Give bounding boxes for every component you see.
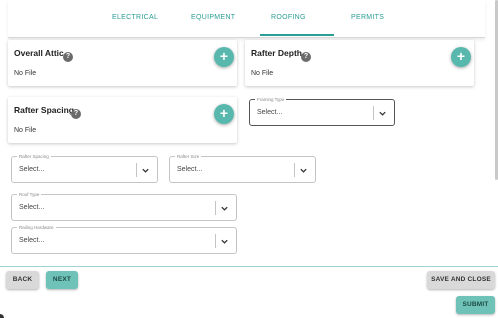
help-icon[interactable]: ? bbox=[71, 109, 81, 119]
tab-bar: ELECTRICAL EQUIPMENT ROOFING PERMITS bbox=[8, 0, 485, 38]
add-file-button[interactable]: + bbox=[214, 47, 234, 67]
railing-hardware-select[interactable]: Railing Hardware Select... bbox=[11, 224, 237, 254]
help-icon[interactable]: ? bbox=[301, 52, 311, 62]
next-button[interactable]: NEXT bbox=[46, 271, 78, 289]
select-value: Select... bbox=[257, 109, 283, 116]
select-label: Roof Type bbox=[17, 191, 42, 198]
file-status: No File bbox=[14, 70, 37, 77]
select-value: Select... bbox=[19, 204, 45, 211]
chevron-down-icon[interactable] bbox=[378, 109, 387, 118]
tab-roofing[interactable]: ROOFING bbox=[271, 14, 306, 21]
window-corner bbox=[0, 314, 4, 318]
select-divider bbox=[215, 201, 216, 215]
file-status: No File bbox=[251, 70, 274, 77]
add-file-button[interactable]: + bbox=[214, 104, 234, 124]
chevron-down-icon[interactable] bbox=[141, 166, 150, 175]
back-button[interactable]: BACK bbox=[6, 271, 39, 289]
select-label: Rafter Spacing bbox=[17, 153, 51, 160]
framing-type-select[interactable]: Framing Type Select... bbox=[249, 96, 395, 126]
rafter-spacing-card: Rafter Spacing ? No File + bbox=[8, 97, 237, 143]
tab-electrical[interactable]: ELECTRICAL bbox=[112, 14, 158, 21]
overall-attic-card: Overall Attic ? No File + bbox=[8, 40, 237, 86]
select-divider bbox=[294, 163, 295, 177]
rafter-spacing-select[interactable]: Rafter Spacing Select... bbox=[11, 153, 158, 183]
roof-type-select[interactable]: Roof Type Select... bbox=[11, 191, 237, 221]
submit-button[interactable]: SUBMIT bbox=[456, 296, 495, 314]
chevron-down-icon[interactable] bbox=[220, 237, 229, 246]
rafter-depth-card: Rafter Depth ? No File + bbox=[245, 40, 474, 86]
select-value: Select... bbox=[19, 166, 45, 173]
card-title: Rafter Depth bbox=[251, 48, 303, 58]
select-label: Framing Type bbox=[255, 96, 287, 103]
select-label: Railing Hardware bbox=[17, 224, 56, 231]
select-value: Select... bbox=[177, 166, 203, 173]
select-divider bbox=[215, 234, 216, 248]
select-divider bbox=[373, 106, 374, 120]
rafter-size-select[interactable]: Rafter Size Select... bbox=[169, 153, 316, 183]
active-tab-indicator bbox=[260, 34, 334, 36]
select-divider bbox=[136, 163, 137, 177]
help-icon[interactable]: ? bbox=[63, 52, 73, 62]
file-status: No File bbox=[14, 127, 37, 134]
chevron-down-icon[interactable] bbox=[220, 204, 229, 213]
tab-equipment[interactable]: EQUIPMENT bbox=[191, 14, 235, 21]
tab-permits[interactable]: PERMITS bbox=[351, 14, 384, 21]
chevron-down-icon[interactable] bbox=[299, 166, 308, 175]
footer-divider bbox=[0, 266, 498, 267]
select-value: Select... bbox=[19, 237, 45, 244]
add-file-button[interactable]: + bbox=[451, 47, 471, 67]
card-title: Rafter Spacing bbox=[14, 105, 74, 115]
card-title: Overall Attic bbox=[14, 48, 64, 58]
select-label: Rafter Size bbox=[175, 153, 202, 160]
save-and-close-button[interactable]: SAVE AND CLOSE bbox=[427, 271, 495, 289]
